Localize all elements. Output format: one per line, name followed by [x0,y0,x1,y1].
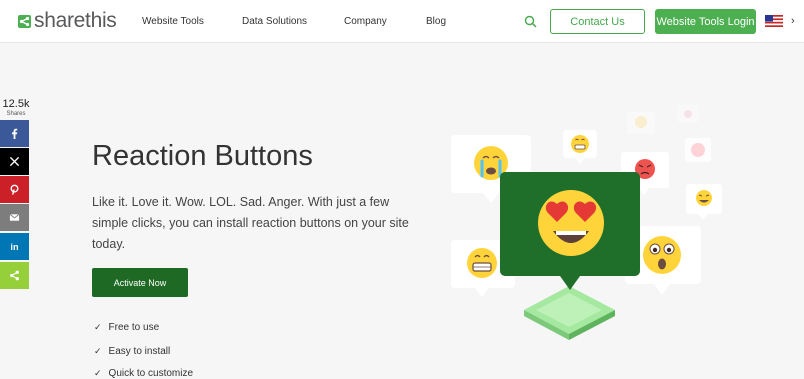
share-count-label: Shares [6,111,26,117]
x-share-button[interactable] [0,148,29,175]
facebook-share-button[interactable] [0,120,29,147]
feature-item: ✓ Easy to install [94,346,170,357]
activate-now-button[interactable]: Activate Now [92,268,188,297]
site-header: sharethis Website Tools Data Solutions C… [0,0,804,43]
feature-item: ✓ Quick to customize [94,368,193,379]
check-icon: ✓ [94,368,102,378]
feature-label: Free to use [108,322,160,333]
faint-bubble [627,105,698,134]
feature-item: ✓ Free to use [94,322,159,333]
facebook-icon [12,128,18,139]
page-title: Reaction Buttons [92,140,313,172]
sharethis-share-button[interactable] [0,262,29,289]
share-count-number: 12.5k [2,98,30,110]
svg-text:in: in [10,242,19,252]
sharethis-logo-icon [18,14,31,28]
share-count: 12.5k Shares [0,98,32,118]
nav-data-solutions[interactable]: Data Solutions [242,16,307,27]
laughing-emoji-bubble [686,184,722,220]
feature-label: Easy to install [108,346,171,357]
nav-website-tools[interactable]: Website Tools [142,16,204,27]
grimace-emoji-bubble [563,130,597,164]
green-platform [524,286,615,340]
language-chevron-icon[interactable]: › [791,15,795,27]
search-icon[interactable] [523,14,539,30]
x-icon [9,156,20,167]
us-flag-icon[interactable] [765,15,783,27]
linkedin-share-button[interactable]: in [0,233,29,260]
nav-blog[interactable]: Blog [426,16,446,27]
website-tools-login-button[interactable]: Website Tools Login [655,9,756,34]
nav-company[interactable]: Company [344,16,387,27]
sharethis-logo[interactable]: sharethis [18,9,117,33]
logo-text: sharethis [34,9,117,32]
contact-us-button[interactable]: Contact Us [550,9,645,34]
hero-description: Like it. Love it. Wow. LOL. Sad. Anger. … [92,195,409,251]
pinterest-icon [10,184,19,195]
reaction-buttons-illustration [451,105,722,340]
email-share-button[interactable] [0,204,29,231]
email-icon [9,213,20,221]
small-bubble [685,138,711,162]
pinterest-share-button[interactable] [0,176,29,203]
feature-label: Quick to customize [108,368,194,379]
heart-eyes-emoji-card [500,172,640,290]
linkedin-icon: in [10,242,19,252]
share-icon [10,270,19,281]
check-icon: ✓ [94,346,102,356]
check-icon: ✓ [94,322,102,332]
